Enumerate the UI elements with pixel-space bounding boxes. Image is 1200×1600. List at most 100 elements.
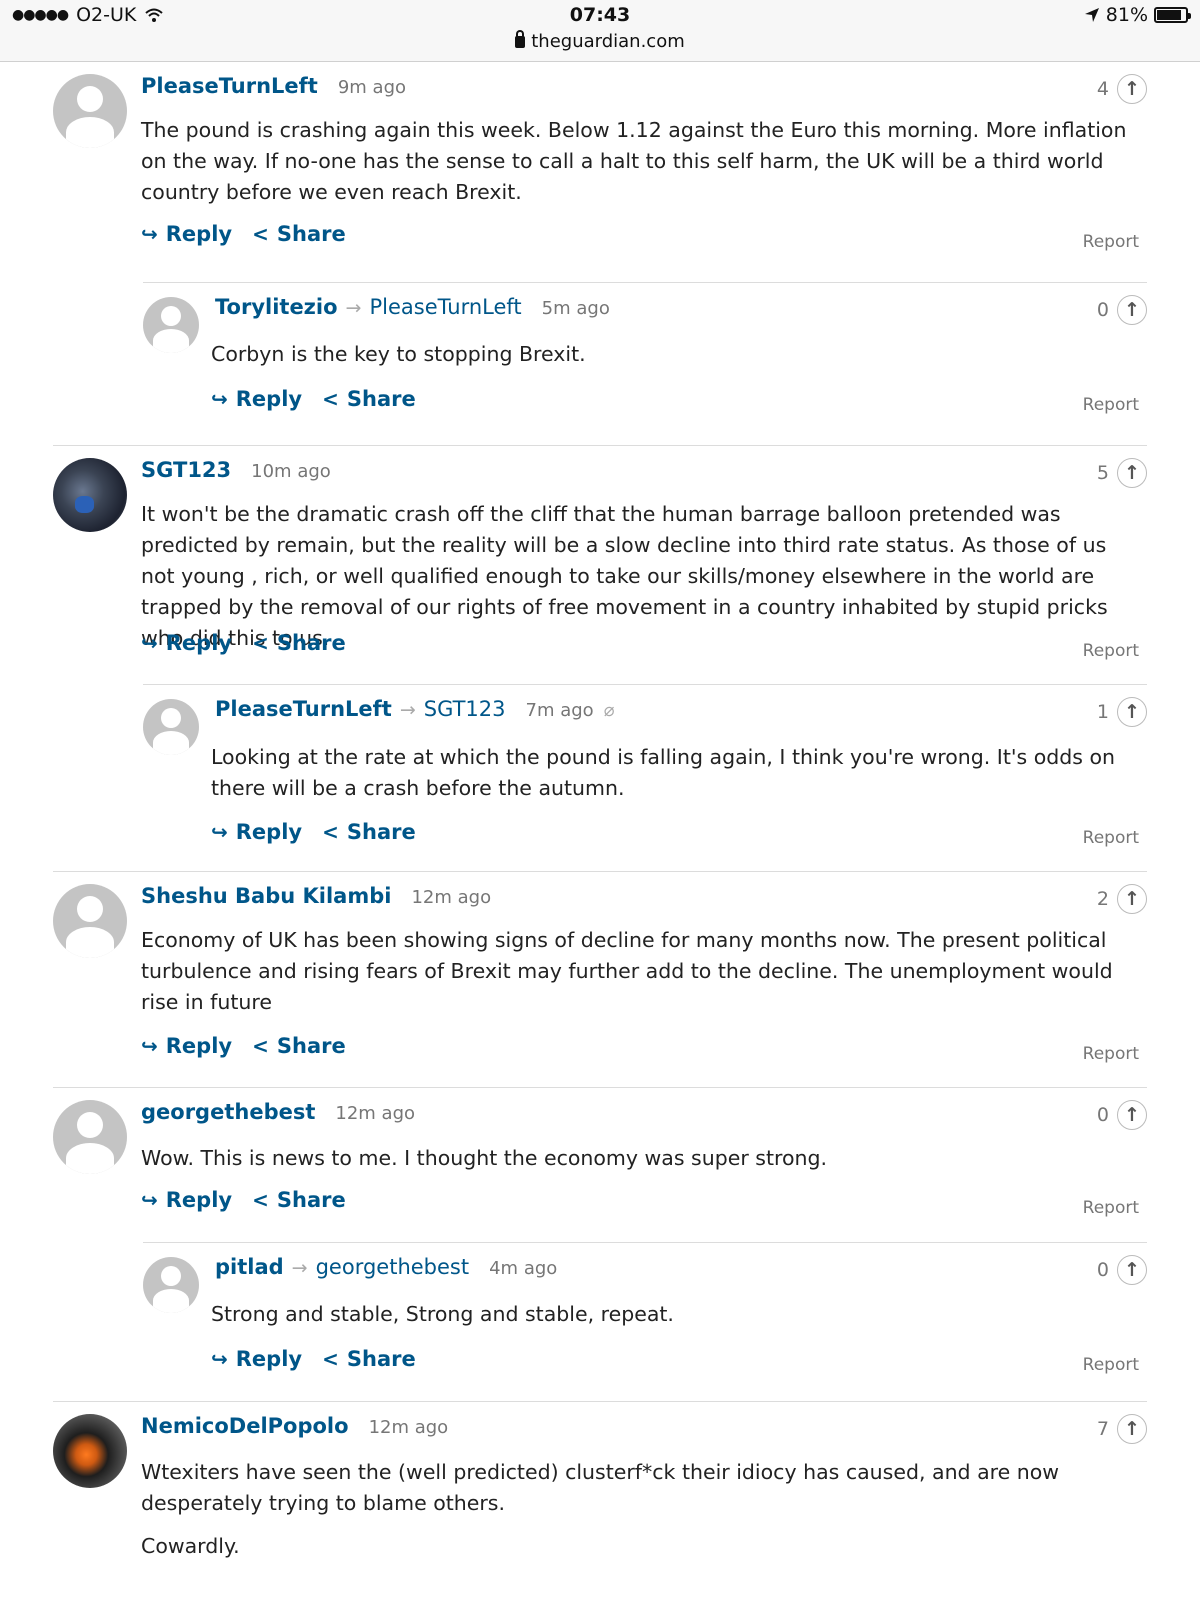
recommend: 1 ↑ xyxy=(1097,697,1147,727)
comment-paragraph: Looking at the rate at which the pound i… xyxy=(211,745,1116,800)
reply-label: Reply xyxy=(165,222,233,246)
comment-time[interactable]: 5m ago xyxy=(542,298,610,319)
report-link[interactable]: Report xyxy=(1083,1198,1139,1218)
reply-to-arrow-icon: → xyxy=(399,699,416,721)
reply-comment: pitlad → georgethebest 4m ago 0 ↑ Strong… xyxy=(143,1242,1147,1400)
comment-meta: PleaseTurnLeft 9m ago xyxy=(141,74,406,104)
comment-paragraph: Corbyn is the key to stopping Brexit. xyxy=(211,342,586,366)
comment-body: Corbyn is the key to stopping Brexit. xyxy=(211,339,1143,370)
comment-paragraph: The pound is crashing again this week. B… xyxy=(141,118,1127,204)
reply-button[interactable]: ↪ Reply xyxy=(211,820,302,844)
comment-body: Looking at the rate at which the pound i… xyxy=(211,742,1143,804)
share-button[interactable]: < Share xyxy=(252,1034,346,1058)
author-name[interactable]: PleaseTurnLeft xyxy=(215,697,392,721)
reply-button[interactable]: ↪ Reply xyxy=(141,631,232,655)
upvote-arrow-icon[interactable]: ↑ xyxy=(1117,74,1147,104)
reply-to-author[interactable]: PleaseTurnLeft xyxy=(369,295,521,319)
comment-actions: ↪ Reply < Share xyxy=(141,1188,346,1212)
reply-button[interactable]: ↪ Reply xyxy=(141,222,232,246)
comment-time[interactable]: 10m ago xyxy=(251,461,331,482)
share-label: Share xyxy=(276,1034,346,1058)
upvote-arrow-icon[interactable]: ↑ xyxy=(1117,295,1147,325)
reply-button[interactable]: ↪ Reply xyxy=(211,387,302,411)
reply-to-arrow-icon: → xyxy=(291,1257,308,1279)
avatar[interactable] xyxy=(143,699,199,755)
avatar[interactable] xyxy=(53,1100,127,1174)
upvote-arrow-icon[interactable]: ↑ xyxy=(1117,458,1147,488)
comment-actions: ↪ Reply < Share xyxy=(211,820,416,844)
avatar[interactable] xyxy=(53,884,127,958)
author-name[interactable]: pitlad xyxy=(215,1255,284,1279)
reply-to-author[interactable]: georgethebest xyxy=(316,1255,470,1279)
recommend: 7 ↑ xyxy=(1097,1414,1147,1444)
comment-time[interactable]: 4m ago xyxy=(489,1258,557,1279)
comment-body: Wow. This is news to me. I thought the e… xyxy=(141,1143,1143,1174)
comment-meta: pitlad → georgethebest 4m ago xyxy=(215,1255,557,1285)
url-text: theguardian.com xyxy=(531,31,685,52)
reply-label: Reply xyxy=(235,820,303,844)
battery-icon xyxy=(1154,7,1191,23)
vote-count: 1 xyxy=(1096,701,1109,723)
author-name[interactable]: Torylitezio xyxy=(215,295,338,319)
author-name[interactable]: NemicoDelPopolo xyxy=(141,1414,349,1438)
report-link[interactable]: Report xyxy=(1083,1044,1139,1064)
vote-count: 4 xyxy=(1096,78,1109,100)
author-name[interactable]: PleaseTurnLeft xyxy=(141,74,318,98)
avatar[interactable] xyxy=(143,1257,199,1313)
upvote-arrow-icon[interactable]: ↑ xyxy=(1117,697,1147,727)
comment-meta: SGT123 10m ago xyxy=(141,458,331,488)
share-button[interactable]: < Share xyxy=(252,631,346,655)
comment-paragraph: Wtexiters have seen the (well predicted)… xyxy=(141,1460,1060,1515)
reply-to-author[interactable]: SGT123 xyxy=(424,697,506,721)
report-link[interactable]: Report xyxy=(1083,641,1139,661)
share-button[interactable]: < Share xyxy=(252,1188,346,1212)
comment-time[interactable]: 12m ago xyxy=(411,887,491,908)
reply-button[interactable]: ↪ Reply xyxy=(211,1347,302,1371)
report-link[interactable]: Report xyxy=(1083,232,1139,252)
upvote-arrow-icon[interactable]: ↑ xyxy=(1117,884,1147,914)
comment-time[interactable]: 12m ago xyxy=(335,1103,415,1124)
avatar[interactable] xyxy=(53,1414,127,1488)
paperclip-icon[interactable]: ⌀ xyxy=(604,700,615,721)
avatar[interactable] xyxy=(143,297,199,353)
vote-count: 0 xyxy=(1096,299,1109,321)
status-bar: ●●●●● O2-UK 07:43 theguardian.com 81% xyxy=(0,0,1200,62)
share-icon: < xyxy=(322,387,339,411)
author-name[interactable]: georgethebest xyxy=(141,1100,315,1124)
reply-label: Reply xyxy=(165,631,233,655)
comment-meta: georgethebest 12m ago xyxy=(141,1100,415,1130)
reply-button[interactable]: ↪ Reply xyxy=(141,1034,232,1058)
upvote-arrow-icon[interactable]: ↑ xyxy=(1117,1414,1147,1444)
author-name[interactable]: SGT123 xyxy=(141,458,231,482)
share-label: Share xyxy=(276,631,346,655)
author-name[interactable]: Sheshu Babu Kilambi xyxy=(141,884,391,908)
vote-count: 7 xyxy=(1096,1418,1109,1440)
comment-time[interactable]: 9m ago xyxy=(338,77,406,98)
share-button[interactable]: < Share xyxy=(252,222,346,246)
comment-time[interactable]: 12m ago xyxy=(369,1417,449,1438)
share-icon: < xyxy=(252,631,269,655)
report-link[interactable]: Report xyxy=(1083,395,1139,415)
avatar[interactable] xyxy=(53,74,127,148)
comment-time[interactable]: 7m ago xyxy=(526,700,594,721)
upvote-arrow-icon[interactable]: ↑ xyxy=(1117,1255,1147,1285)
comment-meta: Torylitezio → PleaseTurnLeft 5m ago xyxy=(215,295,610,325)
reply-button[interactable]: ↪ Reply xyxy=(141,1188,232,1212)
avatar[interactable] xyxy=(53,458,127,532)
comment-body: Economy of UK has been showing signs of … xyxy=(141,925,1143,1018)
report-link[interactable]: Report xyxy=(1083,1355,1139,1375)
url-bar[interactable]: theguardian.com xyxy=(0,30,1200,52)
upvote-arrow-icon[interactable]: ↑ xyxy=(1117,1100,1147,1130)
report-link[interactable]: Report xyxy=(1083,828,1139,848)
comment-meta: NemicoDelPopolo 12m ago xyxy=(141,1414,448,1444)
recommend: 2 ↑ xyxy=(1097,884,1147,914)
comment-paragraph: Economy of UK has been showing signs of … xyxy=(141,928,1113,1014)
share-label: Share xyxy=(276,1188,346,1212)
comment-paragraph: Cowardly. xyxy=(141,1534,240,1558)
share-button[interactable]: < Share xyxy=(322,820,416,844)
comment-actions: ↪ Reply < Share xyxy=(141,1034,346,1058)
share-button[interactable]: < Share xyxy=(322,1347,416,1371)
recommend: 5 ↑ xyxy=(1097,458,1147,488)
share-button[interactable]: < Share xyxy=(322,387,416,411)
comment: NemicoDelPopolo 12m ago 7 ↑ Wtexiters ha… xyxy=(53,1401,1147,1600)
